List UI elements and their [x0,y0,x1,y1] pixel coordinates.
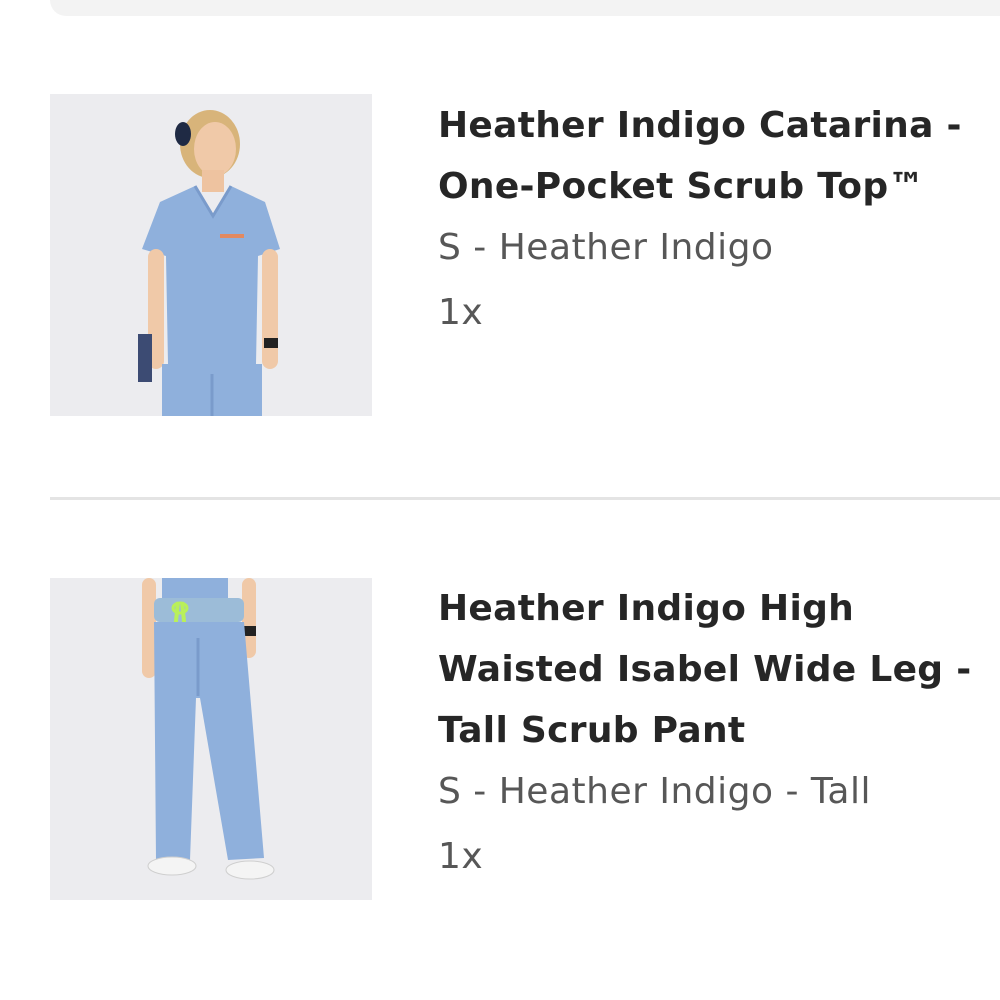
product-title[interactable]: Heather Indigo Catarina - One-Pocket Scr… [438,95,998,217]
product-quantity: 1x [438,292,484,333]
scrub-pant-model-illustration [50,578,372,900]
product-image-scrub-top[interactable] [50,94,372,416]
scrub-top-model-illustration [50,94,372,416]
cart-item-details: Heather Indigo Catarina - One-Pocket Scr… [438,94,998,348]
product-variant: S - Heather Indigo [438,227,774,268]
top-search-bar[interactable] [50,0,1000,16]
product-image-scrub-pant[interactable] [50,578,372,900]
product-quantity: 1x [438,836,484,877]
product-title[interactable]: Heather Indigo High Waisted Isabel Wide … [438,578,998,761]
cart-item-details: Heather Indigo High Waisted Isabel Wide … [438,578,998,892]
item-divider [50,497,1000,500]
product-variant: S - Heather Indigo - Tall [438,771,871,812]
